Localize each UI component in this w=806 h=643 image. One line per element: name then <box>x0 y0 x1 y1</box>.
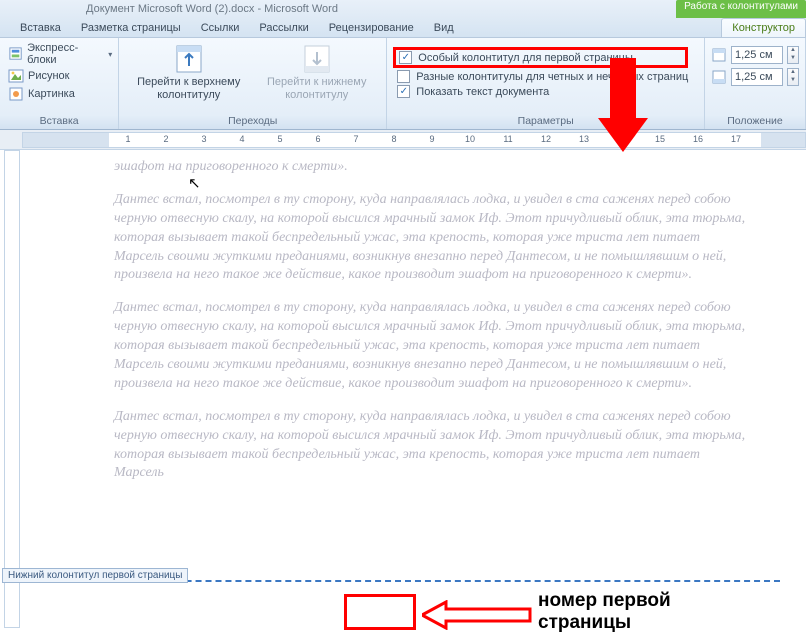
spinner[interactable]: ▲▼ <box>787 46 799 64</box>
title-bar: Документ Microsoft Word (2).docx - Micro… <box>0 0 806 18</box>
building-blocks-icon <box>8 46 23 62</box>
tab-layout[interactable]: Разметка страницы <box>71 19 191 37</box>
document-body-text: эшафот на приговоренного к смерти». Дант… <box>114 158 750 483</box>
ruler-tick: 16 <box>679 134 717 144</box>
footer-editing-area[interactable]: Нижний колонтитул первой страницы <box>26 580 780 586</box>
clipart-button[interactable]: Картинка <box>8 86 75 102</box>
group-label-position: Положение <box>705 115 805 127</box>
goto-header-icon <box>173 44 205 74</box>
checkbox-checked-icon: ✓ <box>399 51 412 64</box>
goto-footer-icon <box>301 44 333 74</box>
document-area[interactable]: ↖ эшафот на приговоренного к смерти». Да… <box>0 150 806 628</box>
footer-first-page-tag: Нижний колонтитул первой страницы <box>2 568 188 583</box>
different-first-page-checkbox[interactable]: ✓ Особый колонтитул для первой страницы <box>393 47 688 68</box>
ruler-tick: 3 <box>185 134 223 144</box>
tab-references[interactable]: Ссылки <box>191 19 250 37</box>
clipart-icon <box>8 86 24 102</box>
ruler-tick: 5 <box>261 134 299 144</box>
ruler-tick: 1 <box>109 134 147 144</box>
ruler-tick: 8 <box>375 134 413 144</box>
tab-insert[interactable]: Вставка <box>10 19 71 37</box>
ruler-tick: 14 <box>603 134 641 144</box>
tab-design[interactable]: Конструктор <box>721 18 806 37</box>
group-label-nav: Переходы <box>119 115 386 127</box>
horizontal-ruler-area: 1234567891011121314151617 <box>0 130 806 150</box>
ruler-tick: 12 <box>527 134 565 144</box>
ruler-tick: 2 <box>147 134 185 144</box>
ruler-tick: 7 <box>337 134 375 144</box>
footer-from-bottom-field[interactable]: ▲▼ <box>711 68 799 86</box>
group-parameters: ✓ Особый колонтитул для первой страницы … <box>387 38 705 129</box>
ruler-tick: 11 <box>489 134 527 144</box>
annotation-empty-box <box>344 594 416 630</box>
goto-header-button[interactable]: Перейти к верхнему колонтитулу <box>134 44 244 101</box>
header-margin-icon <box>711 47 727 63</box>
checkbox-checked-icon: ✓ <box>397 85 410 98</box>
spinner[interactable]: ▲▼ <box>787 68 799 86</box>
group-label-insert: Вставка <box>0 115 118 127</box>
ruler-tick: 10 <box>451 134 489 144</box>
annotation-label: номер первой страницы <box>538 590 671 634</box>
tab-review[interactable]: Рецензирование <box>319 19 424 37</box>
ruler-tick: 15 <box>641 134 679 144</box>
footer-margin-icon <box>711 69 727 85</box>
picture-button[interactable]: Рисунок <box>8 68 70 84</box>
chevron-down-icon: ▾ <box>108 50 112 59</box>
group-label-params: Параметры <box>387 115 704 127</box>
different-odd-even-checkbox[interactable]: Разные колонтитулы для четных и нечетных… <box>397 70 688 83</box>
ribbon: Экспресс-блоки ▾ Рисунок Картинка Вставк… <box>0 38 806 130</box>
vertical-ruler[interactable] <box>4 150 20 628</box>
express-blocks-button[interactable]: Экспресс-блоки ▾ <box>8 42 112 66</box>
ruler-tick: 17 <box>717 134 755 144</box>
show-document-text-checkbox[interactable]: ✓ Показать текст документа <box>397 85 688 98</box>
header-from-top-field[interactable]: ▲▼ <box>711 46 799 64</box>
picture-icon <box>8 68 24 84</box>
checkbox-unchecked-icon <box>397 70 410 83</box>
ruler-tick: 6 <box>299 134 337 144</box>
horizontal-ruler[interactable]: 1234567891011121314151617 <box>22 132 806 148</box>
group-position: ▲▼ ▲▼ Положение <box>705 38 806 129</box>
ruler-tick: 4 <box>223 134 261 144</box>
ribbon-tabs: Вставка Разметка страницы Ссылки Рассылк… <box>0 18 806 38</box>
contextual-tab-label: Работа с колонтитулами <box>676 0 806 18</box>
cursor-icon: ↖ <box>188 174 201 192</box>
tab-view[interactable]: Вид <box>424 19 464 37</box>
footer-from-bottom-input[interactable] <box>731 68 783 86</box>
goto-footer-button: Перейти к нижнему колонтитулу <box>262 44 372 101</box>
group-navigation: Перейти к верхнему колонтитулу Перейти к… <box>119 38 387 129</box>
ruler-tick: 9 <box>413 134 451 144</box>
document-title: Документ Microsoft Word (2).docx - Micro… <box>86 3 338 15</box>
group-insert: Экспресс-блоки ▾ Рисунок Картинка Вставк… <box>0 38 119 129</box>
header-from-top-input[interactable] <box>731 46 783 64</box>
ruler-tick: 13 <box>565 134 603 144</box>
tab-mailings[interactable]: Рассылки <box>249 19 318 37</box>
